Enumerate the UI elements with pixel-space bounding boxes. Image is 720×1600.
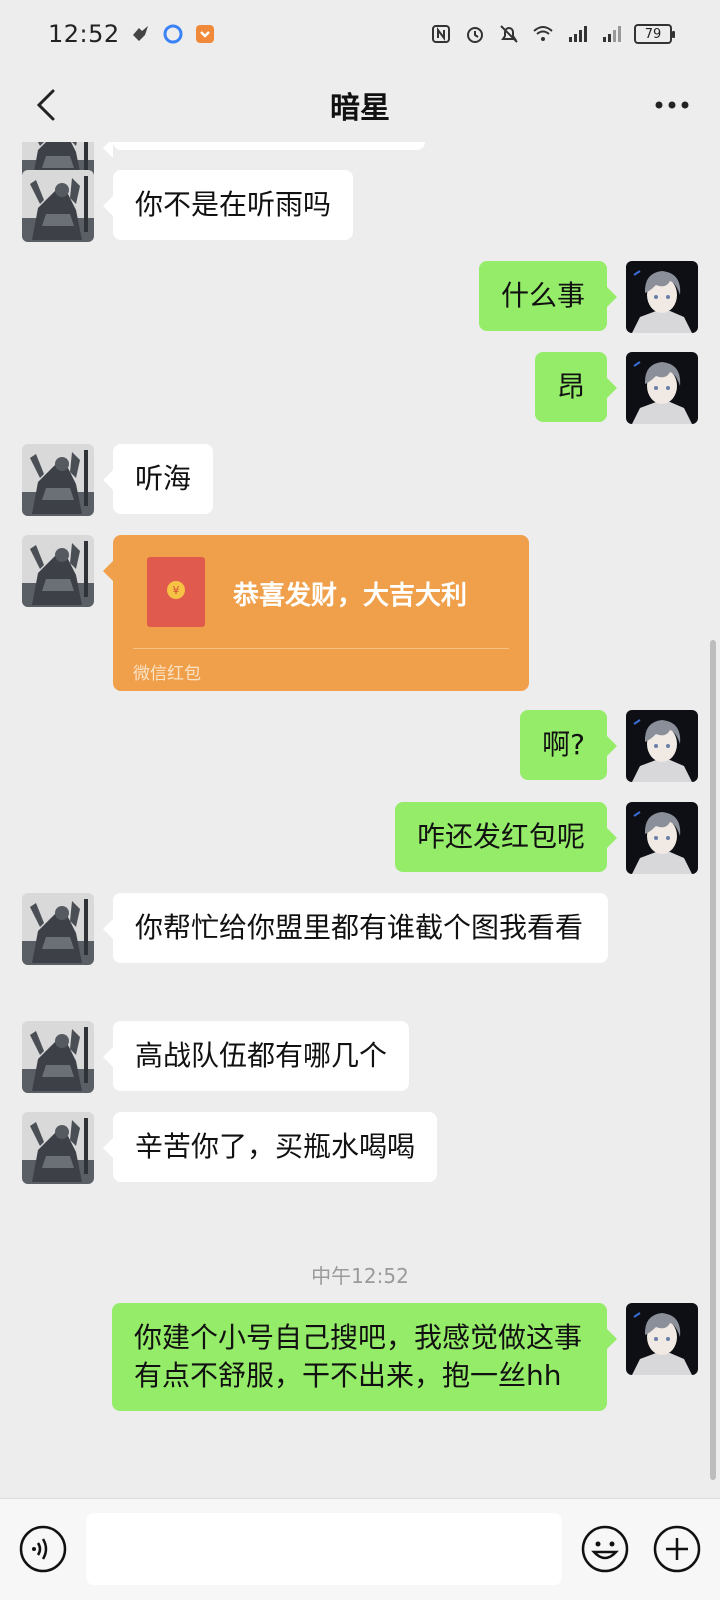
voice-input-button[interactable] (18, 1524, 68, 1574)
more-options-button[interactable] (646, 82, 698, 128)
chat-message-list[interactable]: 你不是在听雨吗 什么事 昂 听海 ¥ 恭喜发财，大吉大利 微信红包 啊? 咋还发… (0, 142, 720, 1498)
battery-indicator: 79 (634, 24, 675, 44)
voice-icon (19, 1525, 67, 1573)
message-bubble[interactable]: 什么事 (478, 261, 618, 331)
avatar[interactable] (22, 1021, 94, 1093)
avatar[interactable] (626, 710, 698, 782)
emoji-button[interactable] (580, 1524, 630, 1574)
message-bubble[interactable]: 咋还发红包呢 (394, 802, 618, 872)
message-bubble[interactable]: 啊? (520, 710, 617, 780)
more-dots-icon (655, 101, 689, 109)
message-bubble[interactable]: 你不是在听雨吗 (102, 170, 354, 240)
avatar[interactable] (22, 444, 94, 516)
avatar[interactable] (22, 1112, 94, 1184)
message-bubble[interactable]: 高战队伍都有哪几个 (102, 1021, 410, 1091)
chat-title: 暗星 (330, 91, 390, 126)
message-bubble[interactable]: 你建个小号自己搜吧，我感觉做这事有点不舒服，干不出来，抱一丝hh (112, 1303, 617, 1411)
chat-header: 暗星 (0, 68, 720, 142)
input-bar (0, 1498, 720, 1600)
message-bubble-partial[interactable] (103, 142, 425, 158)
alarm-icon (467, 27, 483, 43)
plus-icon (653, 1525, 701, 1573)
message-input[interactable] (86, 1513, 562, 1585)
more-functions-button[interactable] (652, 1524, 702, 1574)
signal-4g-icon (569, 26, 587, 42)
emoji-icon (581, 1525, 629, 1573)
app-notification-icon (163, 24, 183, 44)
message-timestamp: 中午12:52 (311, 1264, 409, 1288)
app-notification-icon (195, 25, 214, 43)
mute-icon (500, 25, 518, 43)
back-button[interactable] (22, 82, 68, 128)
nfc-icon (432, 25, 450, 43)
status-bar: 12:52 79 (0, 0, 720, 68)
avatar[interactable] (22, 893, 94, 965)
message-bubble[interactable]: 昂 (534, 352, 618, 422)
coin-icon: ¥ (167, 581, 185, 599)
red-envelope-icon: ¥ (147, 557, 205, 627)
avatar[interactable] (626, 1303, 698, 1375)
avatar[interactable] (626, 352, 698, 424)
app-notification-icon (132, 26, 148, 41)
message-bubble[interactable]: 你帮忙给你盟里都有谁截个图我看看 (103, 893, 608, 963)
avatar[interactable] (22, 535, 94, 607)
red-packet-title: 恭喜发财，大吉大利 (233, 581, 468, 611)
avatar[interactable] (22, 170, 94, 242)
signal-5g-icon (603, 26, 621, 42)
scrollbar[interactable] (710, 640, 716, 1480)
divider (133, 648, 509, 649)
avatar[interactable] (626, 261, 698, 333)
chevron-left-icon (36, 89, 55, 121)
red-packet-label: 微信红包 (133, 664, 201, 684)
wifi-icon (533, 26, 553, 41)
message-bubble[interactable]: 听海 (102, 444, 214, 514)
message-bubble[interactable]: 辛苦你了，买瓶水喝喝 (102, 1112, 438, 1182)
status-time: 12:52 (48, 20, 120, 48)
red-packet-card[interactable]: ¥ 恭喜发财，大吉大利 微信红包 (103, 535, 529, 691)
avatar[interactable] (626, 802, 698, 874)
